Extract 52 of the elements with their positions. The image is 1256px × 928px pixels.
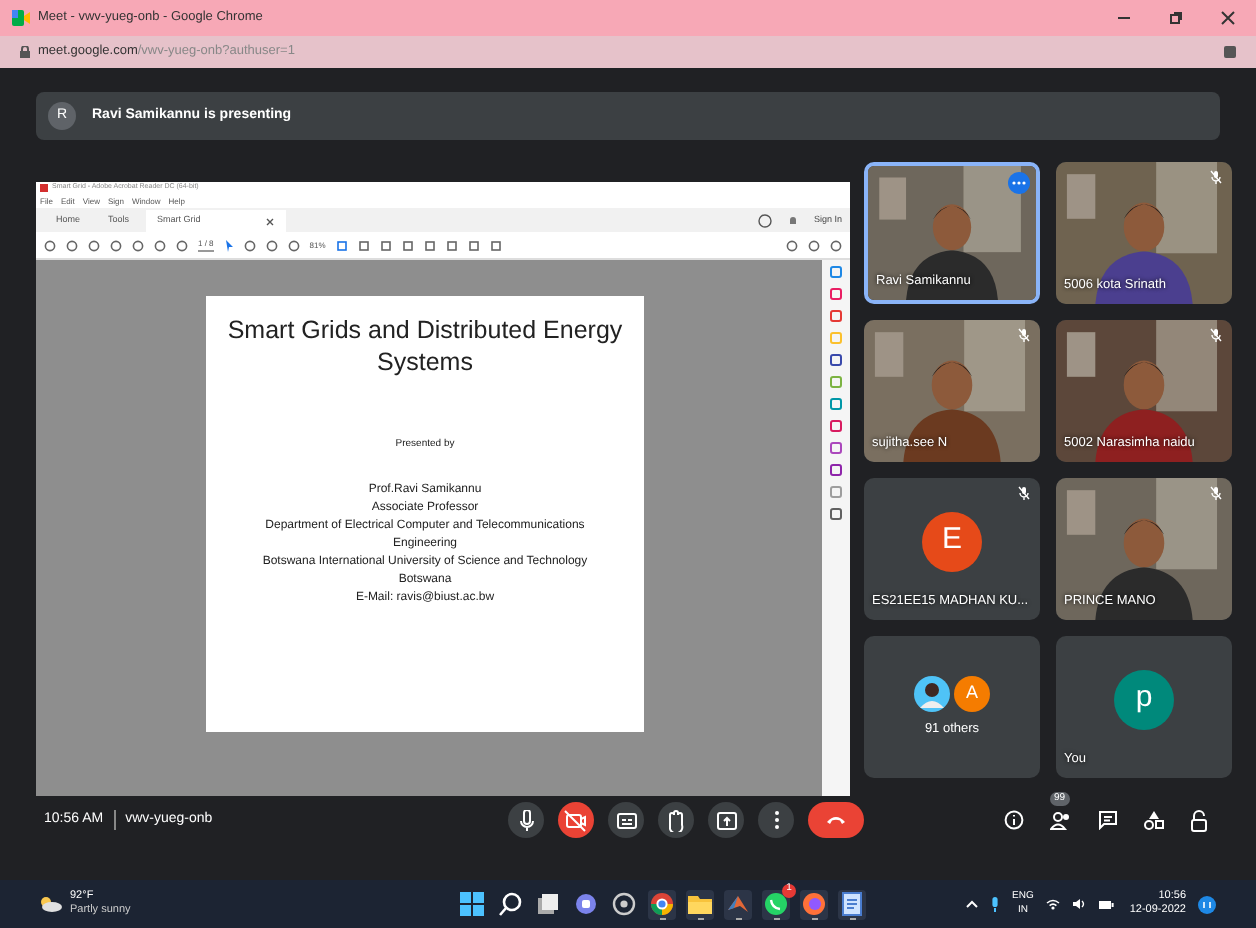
info-icon[interactable] <box>1004 810 1024 830</box>
activities-icon[interactable] <box>1144 810 1164 830</box>
close-icon[interactable] <box>265 217 274 225</box>
more-icon[interactable] <box>1008 172 1030 194</box>
help-icon[interactable] <box>757 213 772 227</box>
microphone-icon <box>519 809 533 831</box>
browser-icon[interactable] <box>648 889 676 919</box>
restore-icon[interactable] <box>1168 10 1184 26</box>
raise-hand-button[interactable] <box>658 802 694 838</box>
microphone-button[interactable] <box>508 802 544 838</box>
volume-icon[interactable] <box>1071 898 1086 910</box>
task-view-icon[interactable] <box>534 890 562 918</box>
folder-icon[interactable] <box>686 889 714 919</box>
meet-logo-icon <box>12 10 30 26</box>
captions-button[interactable] <box>608 802 644 838</box>
search-icon[interactable] <box>496 890 524 918</box>
captions-icon <box>615 809 637 831</box>
avatar: E <box>922 511 982 571</box>
avatar: p <box>1114 669 1174 729</box>
camera-off-icon <box>564 809 588 831</box>
leave-call-button[interactable] <box>808 802 864 838</box>
phone-icon <box>826 814 846 826</box>
chat-icon[interactable] <box>572 890 600 918</box>
hand-icon[interactable] <box>243 239 256 251</box>
acrobat-icon <box>40 184 48 192</box>
firefox-icon[interactable] <box>800 889 828 919</box>
zoom-out-icon[interactable] <box>265 239 278 251</box>
notification-icon[interactable] <box>1198 895 1216 913</box>
more-icon <box>773 810 779 830</box>
chat-icon[interactable] <box>1098 810 1118 830</box>
avatar: A <box>954 675 990 712</box>
lock-icon <box>20 46 30 58</box>
matlab-icon[interactable] <box>724 889 752 919</box>
zoom-in-icon[interactable] <box>287 239 300 251</box>
avatar <box>914 675 950 712</box>
microphone-icon[interactable] <box>990 896 1001 912</box>
present-button[interactable] <box>708 802 744 838</box>
wifi-icon[interactable] <box>1045 898 1060 910</box>
slide-title: Smart Grids and Distributed Energy Systems <box>225 314 625 378</box>
notepad-icon[interactable] <box>838 889 866 919</box>
host-controls-icon[interactable] <box>1190 809 1208 831</box>
weather-cloud-icon[interactable] <box>40 896 62 912</box>
record-icon[interactable] <box>610 890 638 918</box>
battery-icon[interactable] <box>1097 899 1114 909</box>
windows-icon[interactable] <box>458 890 486 918</box>
more-options-button[interactable] <box>758 802 794 838</box>
hand-icon <box>668 809 684 831</box>
present-screen-icon <box>715 809 737 831</box>
caret-up-icon[interactable] <box>966 900 979 908</box>
cursor-icon[interactable] <box>223 239 234 251</box>
camera-off-button[interactable] <box>558 802 594 838</box>
close-icon[interactable] <box>1220 10 1236 26</box>
